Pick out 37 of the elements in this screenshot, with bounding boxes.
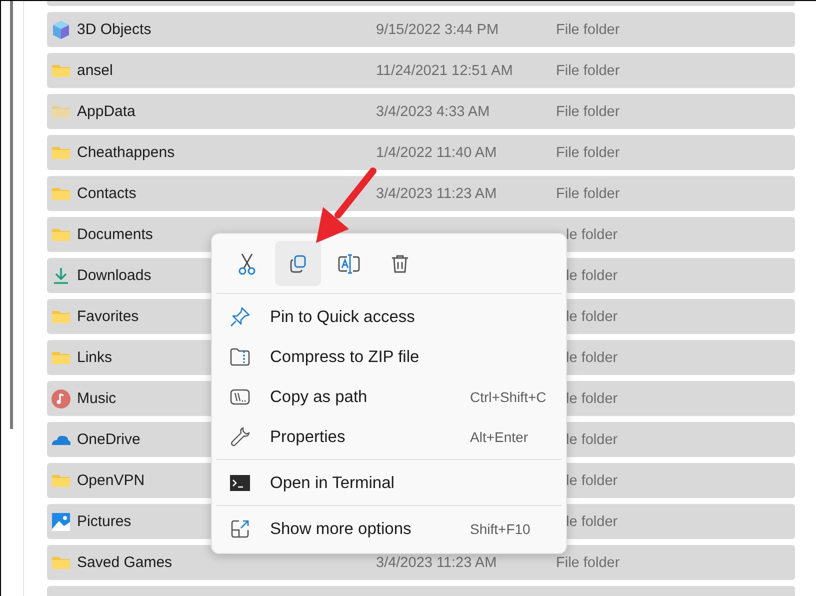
file-name: Documents [77,226,153,243]
file-type: le folder [566,390,618,406]
file-name: Downloads [77,267,152,284]
file-name: OneDrive [77,431,140,448]
file-name: Favorites [77,308,139,325]
file-name: OpenVPN [77,472,145,489]
modified-date: 9/15/2022 3:44 PM [376,22,499,38]
file-type: File folder [556,554,620,570]
shortcut-label: Shift+F10 [470,521,530,537]
file-type: File folder [556,22,620,38]
file-name: Cheathappens [77,144,175,161]
file-type: le folder [566,268,618,284]
file-name: Links [77,349,112,366]
file-type: File folder [556,62,620,78]
file-type: File folder [556,144,620,160]
file-name: 3D Objects [77,21,152,38]
file-type: File folder [556,186,620,202]
shortcut-label: Alt+Enter [470,429,528,445]
file-type: le folder [566,350,618,366]
modified-date: 11/24/2021 12:51 AM [376,62,513,78]
file-name: Contacts [77,185,136,202]
file-type: le folder [566,432,618,448]
file-name: Pictures [77,513,132,530]
shortcut-label: Ctrl+Shift+C [470,389,546,405]
modified-date: 1/4/2022 11:40 AM [376,144,497,160]
file-name: ansel [77,62,113,79]
file-type: le folder [566,514,618,530]
modified-date: 3/4/2023 11:23 AM [376,186,497,202]
modified-date: 3/4/2023 11:23 AM [376,554,497,570]
file-type: le folder [566,472,618,488]
file-type: le folder [566,308,618,324]
file-type: le folder [566,226,618,242]
file-type: File folder [556,104,620,120]
file-name: Music [77,390,116,407]
modified-date: 3/4/2023 4:33 AM [376,104,490,120]
file-name: AppData [77,103,136,120]
file-name: Saved Games [77,554,172,571]
